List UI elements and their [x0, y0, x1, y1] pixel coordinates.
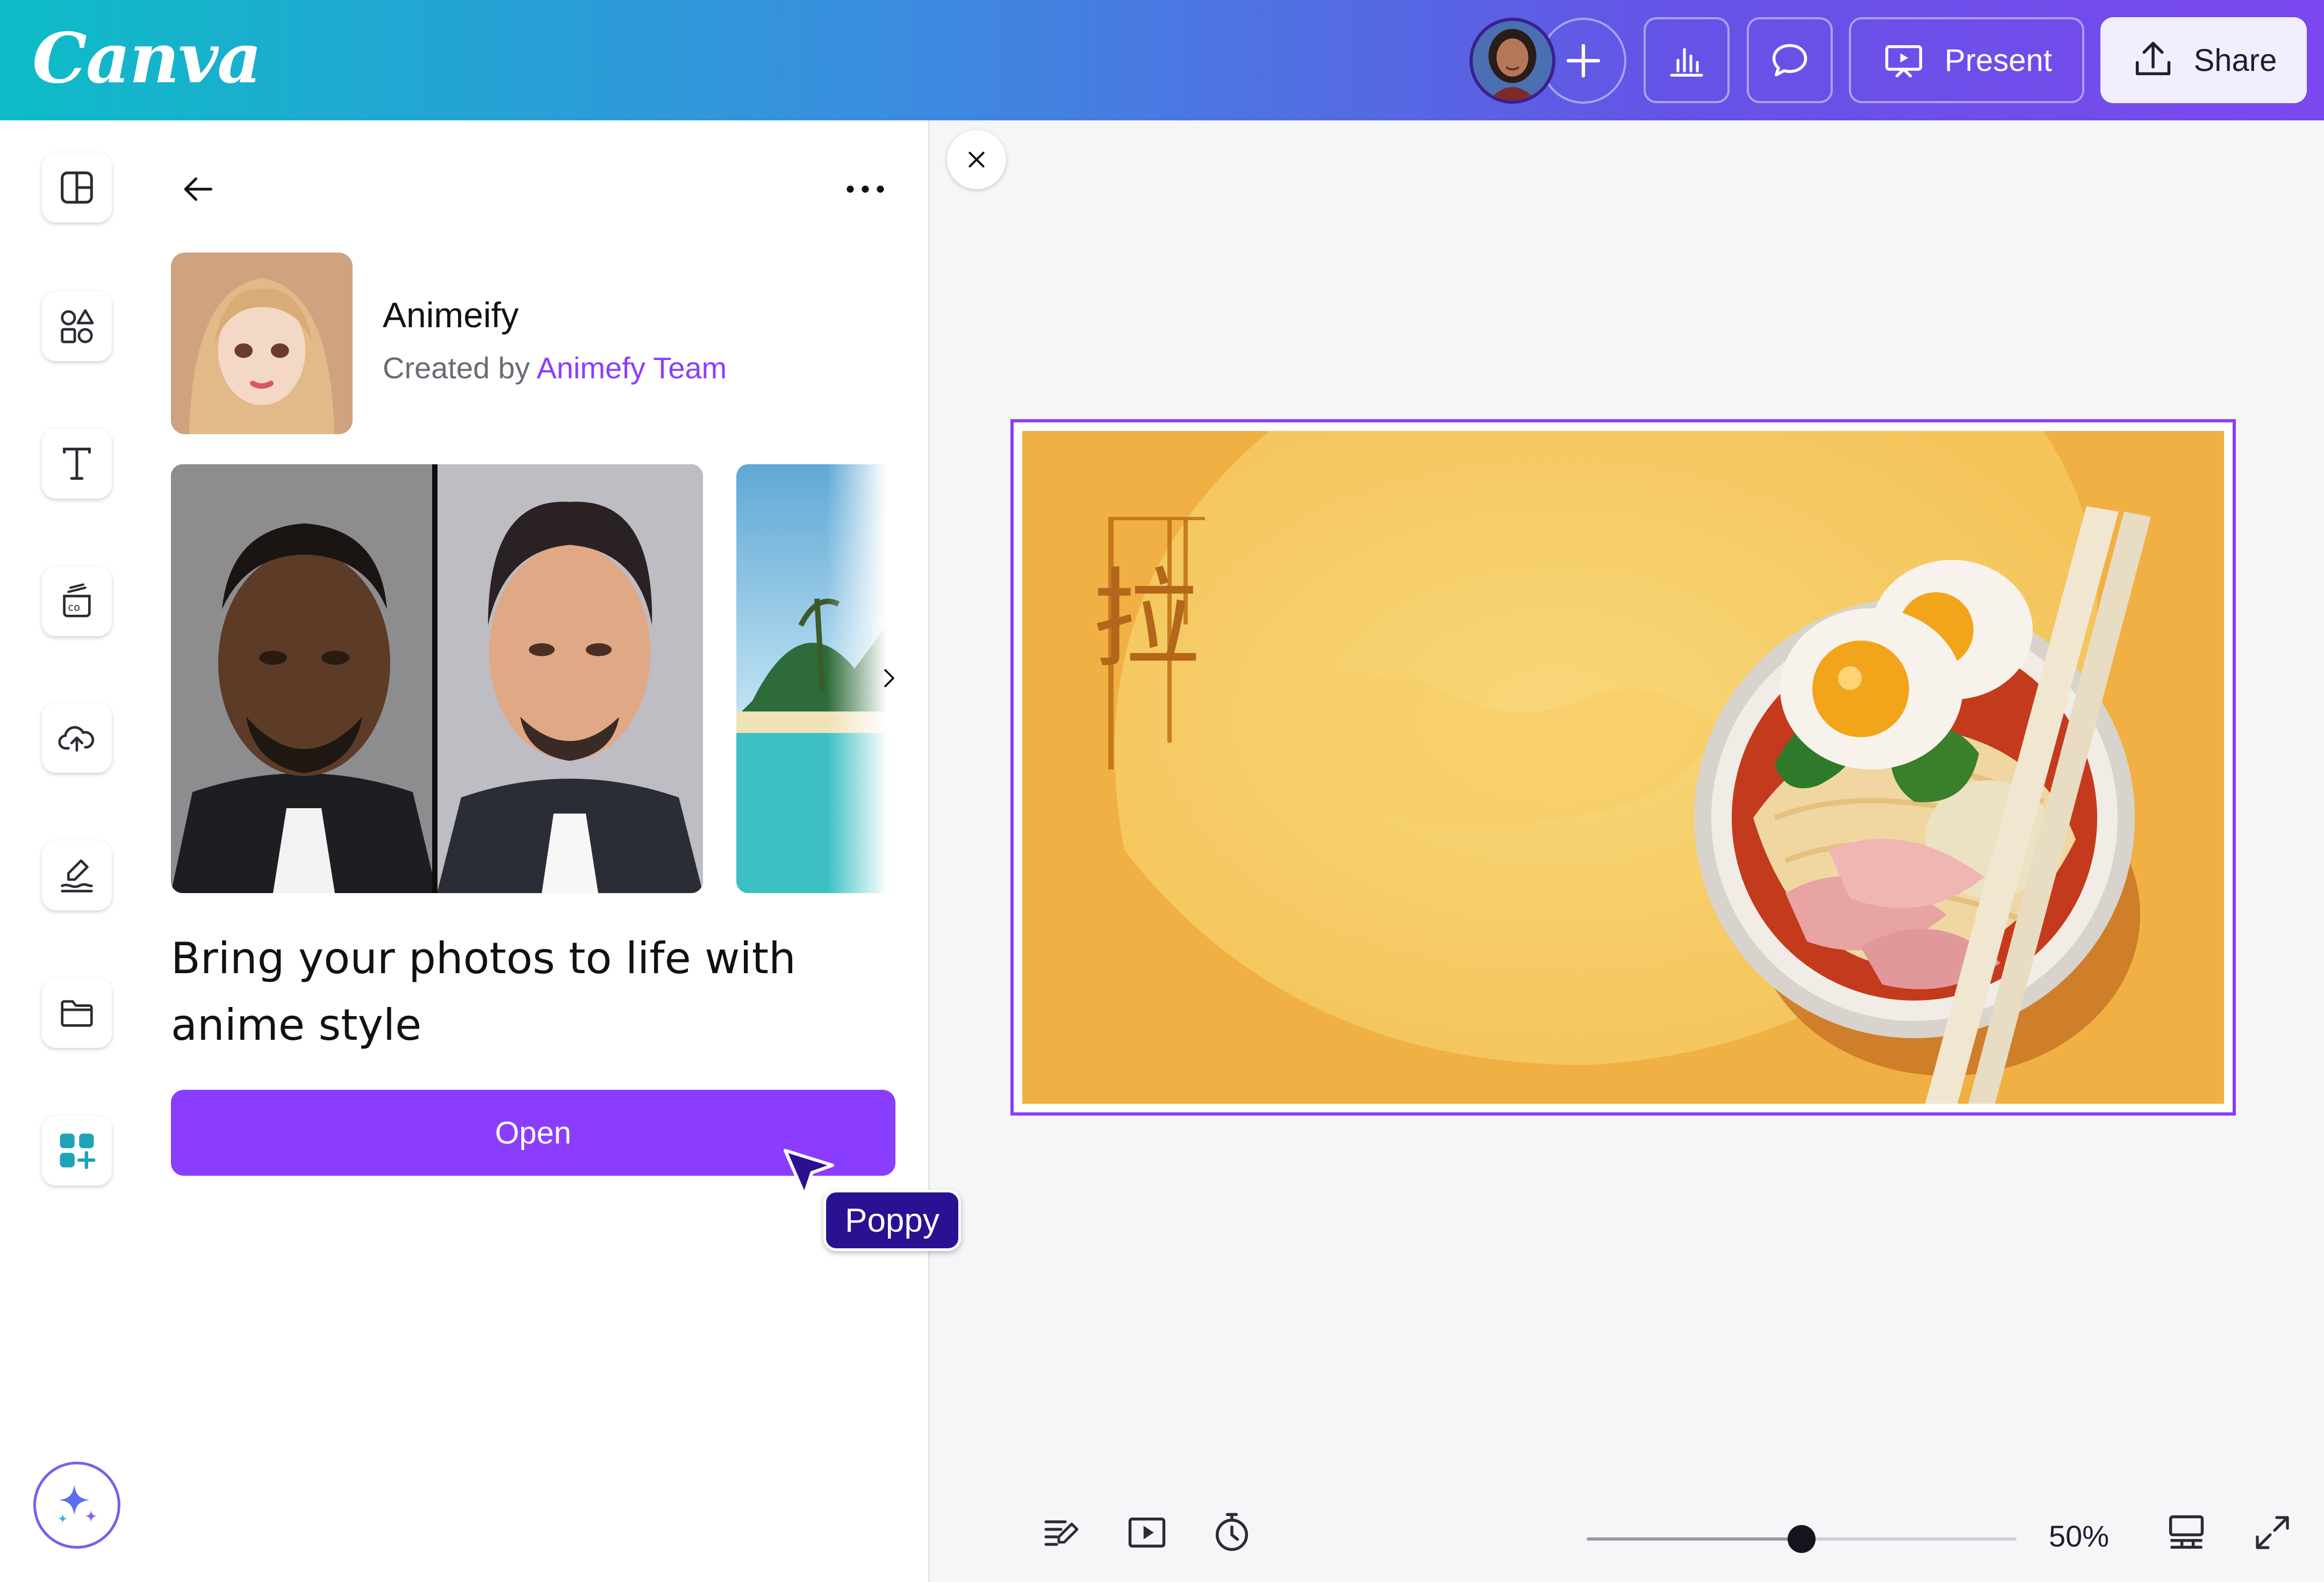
folder-icon	[61, 1000, 93, 1027]
upload-icon	[2135, 41, 2170, 75]
timer-icon	[1215, 1513, 1249, 1551]
canva-logo[interactable]: Canva	[32, 18, 262, 99]
preview-image-beach[interactable]	[736, 464, 887, 893]
text-button[interactable]	[42, 429, 112, 499]
ramen-design[interactable]: 拉	[1022, 431, 2224, 1104]
fullscreen-button[interactable]	[2249, 1509, 2296, 1556]
app-tagline: Bring your photos to life with anime sty…	[171, 933, 796, 1050]
app-name: Animeify	[383, 295, 519, 335]
comment-icon	[1772, 44, 1807, 77]
zoom-slider-fill	[1587, 1537, 1802, 1541]
svg-text:co: co	[68, 601, 80, 614]
design-button[interactable]	[42, 153, 112, 222]
cloud-upload-icon	[58, 726, 95, 752]
sparkle-icon	[58, 1484, 97, 1523]
brand-kit-icon: co	[63, 583, 91, 617]
uploads-button[interactable]	[42, 703, 112, 773]
bar-chart-icon	[1670, 48, 1703, 77]
plus-icon	[1566, 44, 1601, 78]
arrow-left-icon	[184, 177, 212, 201]
grid-view-icon	[2169, 1515, 2204, 1549]
play-button[interactable]	[1123, 1509, 1171, 1556]
draw-button[interactable]	[42, 840, 112, 910]
text-icon	[63, 448, 91, 480]
user-avatar[interactable]	[1469, 18, 1555, 104]
calligraphy-text: 拉	[1092, 557, 1200, 682]
share-button[interactable]: Share	[2100, 17, 2307, 103]
author-link[interactable]: Animefy Team	[536, 351, 727, 385]
apps-button[interactable]	[42, 1116, 112, 1185]
preview-image-before-after[interactable]	[171, 464, 703, 893]
ramen-illustration: 拉	[1022, 431, 2224, 1104]
projects-button[interactable]	[42, 978, 112, 1048]
zoom-level[interactable]: 50%	[2049, 1519, 2109, 1554]
elements-button[interactable]	[42, 291, 112, 361]
app-author: Created by Animefy Team	[383, 350, 727, 385]
share-label: Share	[2193, 42, 2277, 78]
comments-button[interactable]	[1747, 17, 1833, 103]
present-button[interactable]: Present	[1849, 17, 2084, 103]
layout-icon	[61, 171, 93, 204]
more-horizontal-icon	[847, 185, 884, 193]
app-thumbnail	[171, 253, 353, 434]
top-bar: Canva Present Share	[0, 0, 2324, 120]
notes-icon	[1044, 1520, 1079, 1546]
present-label: Present	[1945, 42, 2052, 78]
page-view-button[interactable]	[2163, 1509, 2210, 1556]
chevron-right-icon	[884, 669, 894, 687]
shapes-icon	[61, 309, 94, 343]
back-button[interactable]	[171, 162, 225, 216]
side-rail: co	[0, 120, 156, 1582]
avatar-image	[1473, 21, 1552, 100]
close-icon	[969, 152, 985, 168]
notes-button[interactable]	[1037, 1509, 1085, 1556]
brand-button[interactable]: co	[42, 566, 112, 636]
expand-icon	[2256, 1516, 2289, 1549]
more-options-button[interactable]	[838, 162, 892, 216]
carousel-next-button[interactable]	[867, 657, 910, 700]
pen-icon	[61, 859, 93, 893]
apps-icon	[60, 1133, 96, 1169]
close-panel-button[interactable]	[947, 130, 1006, 189]
zoom-slider-handle[interactable]	[1788, 1525, 1816, 1553]
magic-button[interactable]	[33, 1462, 120, 1549]
timer-button[interactable]	[1208, 1509, 1256, 1556]
design-page[interactable]: 拉	[1010, 419, 2236, 1116]
insights-button[interactable]	[1644, 17, 1730, 103]
created-by-label: Created by	[383, 351, 530, 385]
play-icon	[1128, 1518, 1166, 1548]
collaborator-name-tag: Poppy	[823, 1190, 961, 1251]
present-icon	[1885, 45, 1923, 78]
